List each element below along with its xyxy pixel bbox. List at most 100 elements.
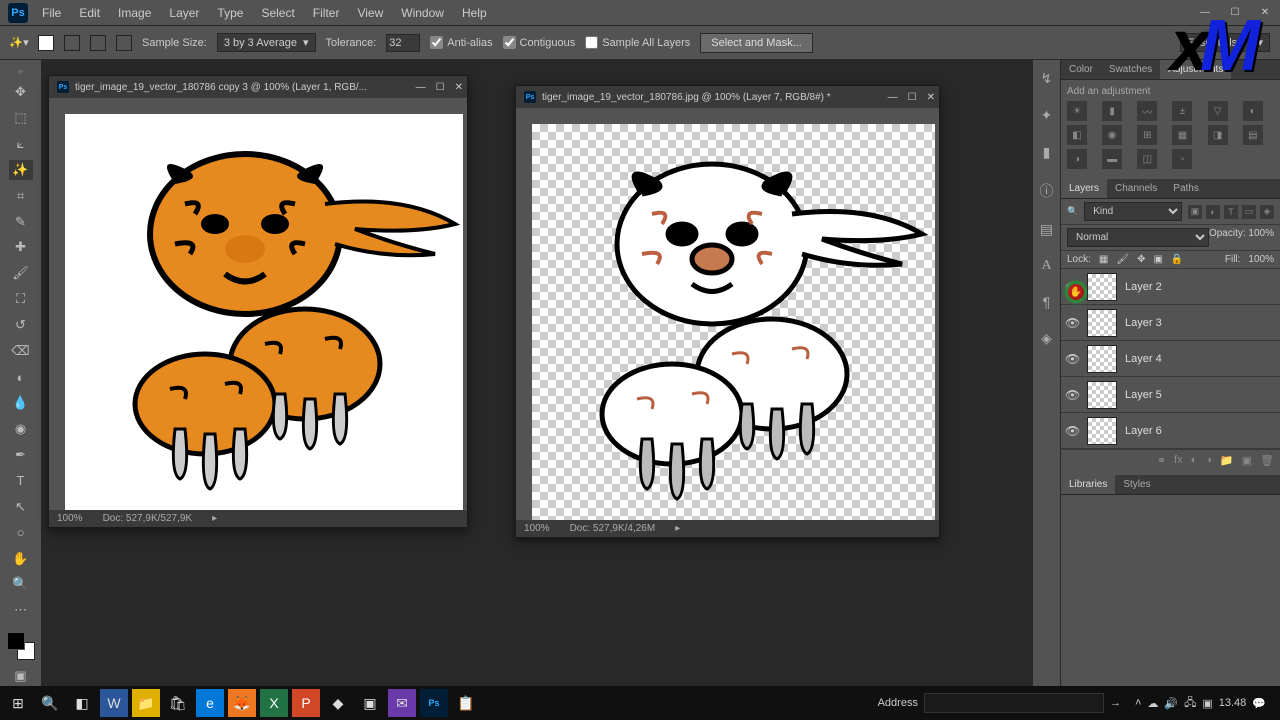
curves-adj-icon[interactable]: 〰 — [1137, 101, 1157, 121]
tray-up-icon[interactable]: ˄ — [1135, 697, 1141, 709]
fg-color-swatch[interactable] — [7, 632, 25, 650]
canvas-1[interactable] — [65, 114, 463, 510]
app-icon[interactable]: ▣ — [356, 689, 384, 717]
group-icon[interactable]: 📁 — [1220, 454, 1234, 467]
menu-edit[interactable]: Edit — [79, 6, 100, 20]
zoom-level-2[interactable]: 100% — [524, 523, 550, 534]
styles-tab[interactable]: Styles — [1115, 475, 1158, 494]
doc-close-icon[interactable]: ✕ — [927, 92, 935, 103]
layer-filter-dropdown[interactable]: Kind — [1084, 202, 1182, 221]
doc-minimize-icon[interactable]: — — [888, 92, 898, 103]
eraser-tool-icon[interactable]: ⌫ — [9, 341, 33, 361]
actions-panel-icon[interactable]: ◈ — [1041, 330, 1052, 347]
levels-adj-icon[interactable]: ▮ — [1102, 101, 1122, 121]
type-tool-icon[interactable]: T — [9, 471, 33, 491]
zoom-tool-icon[interactable]: 🔍 — [9, 575, 33, 595]
menu-image[interactable]: Image — [118, 6, 151, 20]
vibrance-adj-icon[interactable]: ▽ — [1208, 101, 1228, 121]
color-swatches[interactable] — [7, 632, 35, 660]
doc-close-icon[interactable]: ✕ — [455, 82, 463, 93]
menu-window[interactable]: Window — [401, 6, 444, 20]
ruler-horizontal[interactable] — [49, 98, 467, 114]
dodge-tool-icon[interactable]: ◉ — [9, 419, 33, 439]
move-tool-icon[interactable]: ✥ — [9, 82, 33, 102]
adjustment-layer-icon[interactable]: ◑ — [1205, 454, 1212, 467]
layer-name[interactable]: Layer 5 — [1125, 389, 1162, 401]
new-layer-icon[interactable]: ▣ — [1242, 454, 1252, 467]
menu-file[interactable]: File — [42, 6, 61, 20]
healing-tool-icon[interactable]: ✚ — [9, 238, 33, 258]
layer-thumbnail[interactable] — [1087, 345, 1117, 373]
swatches-tab[interactable]: Swatches — [1101, 60, 1160, 79]
layer-thumbnail[interactable] — [1087, 381, 1117, 409]
ruler-horizontal[interactable] — [516, 108, 939, 124]
lock-pixels-icon[interactable]: 🖌 — [1116, 254, 1129, 265]
lock-all-icon[interactable]: 🔒 — [1171, 254, 1183, 265]
marquee-tool-icon[interactable]: ⬚ — [9, 108, 33, 128]
stamp-tool-icon[interactable]: ⛶ — [9, 289, 33, 309]
layer-thumbnail[interactable] — [1087, 273, 1117, 301]
minimize-button[interactable]: — — [1190, 0, 1220, 24]
layer-row[interactable]: 👁 Layer 6 — [1061, 413, 1280, 449]
close-button[interactable]: ✕ — [1250, 0, 1280, 24]
adjustments-tab[interactable]: Adjustments — [1160, 60, 1231, 79]
exposure-adj-icon[interactable]: ± — [1172, 101, 1192, 121]
ruler-vertical[interactable] — [516, 124, 532, 520]
edge-app-icon[interactable]: e — [196, 689, 224, 717]
select-and-mask-button[interactable]: Select and Mask... — [700, 33, 813, 53]
photoshop-app-icon[interactable]: Ps — [420, 689, 448, 717]
posterize-adj-icon[interactable]: ▤ — [1243, 125, 1263, 145]
excel-app-icon[interactable]: X — [260, 689, 288, 717]
layer-row[interactable]: 👁 Layer 5 — [1061, 377, 1280, 413]
status-arrow-icon[interactable]: ▸ — [212, 513, 217, 524]
layer-name[interactable]: Layer 2 — [1125, 281, 1162, 293]
layer-row[interactable]: 👁 Layer 4 — [1061, 341, 1280, 377]
ruler-vertical[interactable] — [49, 114, 65, 510]
menu-layer[interactable]: Layer — [169, 6, 199, 20]
sample-size-dropdown[interactable]: 3 by 3 Average▾ — [217, 33, 316, 52]
navigator-panel-icon[interactable]: ▤ — [1040, 221, 1053, 238]
info-panel-icon[interactable]: ⓘ — [1040, 181, 1054, 201]
opacity-value[interactable]: 100% — [1248, 228, 1274, 239]
firefox-app-icon[interactable]: 🦊 — [228, 689, 256, 717]
status-arrow-icon[interactable]: ▸ — [675, 523, 680, 534]
menu-type[interactable]: Type — [217, 6, 243, 20]
address-go-icon[interactable]: → — [1110, 697, 1121, 709]
store-app-icon[interactable]: 🛍 — [164, 689, 192, 717]
maximize-button[interactable]: ☐ — [1220, 0, 1250, 24]
layers-tab[interactable]: Layers — [1061, 179, 1107, 198]
tolerance-input[interactable] — [386, 34, 420, 52]
tray-lang-icon[interactable]: ▣ — [1202, 697, 1212, 710]
character-panel-icon[interactable]: A — [1041, 258, 1051, 274]
visibility-toggle-icon[interactable]: 👁 — [1065, 424, 1079, 438]
lock-position-icon[interactable]: ✥ — [1137, 254, 1145, 265]
delete-layer-icon[interactable]: 🗑 — [1260, 454, 1274, 467]
layer-thumbnail[interactable] — [1087, 309, 1117, 337]
intersect-selection-icon[interactable] — [116, 35, 132, 51]
new-selection-icon[interactable] — [38, 35, 54, 51]
tool-preset-icon[interactable]: ✨▾ — [10, 34, 28, 52]
clock[interactable]: 13.48 — [1219, 697, 1247, 709]
hand-tool-icon[interactable]: ✋ — [9, 549, 33, 569]
filter-adj-icon[interactable]: ◐ — [1206, 205, 1220, 219]
search-icon[interactable]: 🔍 — [36, 689, 64, 717]
document-tab-2[interactable]: Ps tiger_image_19_vector_180786.jpg @ 10… — [516, 86, 939, 108]
menu-select[interactable]: Select — [261, 6, 294, 20]
layer-thumbnail[interactable] — [1087, 417, 1117, 445]
history-brush-tool-icon[interactable]: ↺ — [9, 315, 33, 335]
subtract-selection-icon[interactable] — [90, 35, 106, 51]
doc-maximize-icon[interactable]: ☐ — [436, 82, 445, 93]
lock-artboard-icon[interactable]: ▣ — [1153, 254, 1162, 265]
tray-cloud-icon[interactable]: ☁ — [1147, 697, 1158, 710]
layers-list[interactable]: 👁 Layer 2 👁 Layer 3 👁 Layer 4 👁 Layer 5 — [1061, 269, 1280, 449]
paragraph-panel-icon[interactable]: ¶ — [1043, 294, 1051, 310]
add-selection-icon[interactable] — [64, 35, 80, 51]
menu-filter[interactable]: Filter — [313, 6, 340, 20]
doc-maximize-icon[interactable]: ☐ — [908, 92, 917, 103]
hue-adj-icon[interactable]: ◐ — [1243, 101, 1263, 121]
filter-shape-icon[interactable]: ▭ — [1242, 205, 1256, 219]
tray-volume-icon[interactable]: 🔊 — [1164, 697, 1178, 710]
lock-transparent-icon[interactable]: ▦ — [1099, 254, 1108, 265]
layer-fx-icon[interactable]: fx — [1174, 454, 1183, 467]
magic-wand-tool-icon[interactable]: ✨ — [9, 160, 33, 180]
